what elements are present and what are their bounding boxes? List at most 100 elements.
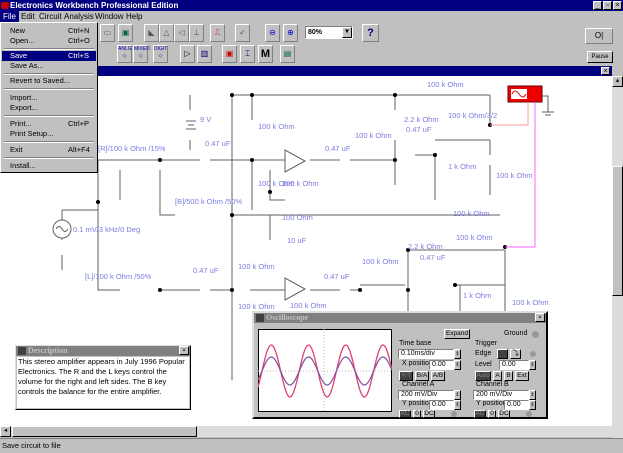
mode-ab-button[interactable]: A/B [431, 371, 445, 381]
trigger-b-button[interactable]: B [504, 371, 513, 381]
ground-label: Ground [504, 330, 528, 337]
circuit-close-button[interactable]: × [601, 67, 610, 75]
parts-bin-analog[interactable]: ANLG ◇ [117, 45, 132, 63]
scroll-up-button[interactable]: ▴ [612, 76, 623, 87]
scroll-left-button[interactable]: ◂ [0, 426, 11, 437]
channel-a-zero-button[interactable]: 0 [413, 410, 421, 418]
parts-bin-mixed[interactable]: MIXED ◇ [133, 45, 150, 63]
menu-item-save-as[interactable]: Save As... [2, 61, 96, 71]
controls-bin[interactable]: ⌶ [240, 45, 255, 63]
scroll-thumb[interactable] [612, 166, 623, 296]
close-button[interactable]: × [613, 1, 622, 10]
label: Install... [10, 161, 36, 170]
menu-item-export[interactable]: Export... [2, 103, 96, 113]
channel-b-zero-button[interactable]: 0 [488, 410, 496, 418]
scroll-thumb-h[interactable] [12, 426, 197, 437]
component-properties-button[interactable]: ⊥ [189, 24, 204, 42]
menu-file[interactable]: File [0, 11, 19, 22]
rotate-button[interactable]: ◣ [144, 24, 159, 42]
channel-a-ac-button[interactable]: AC [399, 410, 411, 418]
component-label: 100 k Ohm [453, 209, 490, 218]
menu-item-exit[interactable]: Exit Alt+F4 [2, 145, 96, 155]
separator [4, 73, 94, 75]
component-label: 100 k Ohm [355, 131, 392, 140]
logic-gates-bin[interactable]: ▷ [180, 45, 195, 63]
miscellaneous-bin[interactable]: M [258, 45, 273, 63]
time-base-spinner[interactable]: ⇕ [454, 349, 461, 359]
indicators-bin[interactable]: ▣ [222, 45, 237, 63]
app-icon[interactable] [1, 2, 9, 9]
menu-edit[interactable]: Edit [18, 11, 38, 22]
channel-b-ac-button[interactable]: AC [474, 410, 486, 418]
maximize-button[interactable]: ▫ [603, 1, 612, 10]
component-label: [L]/100 k Ohm /50% [85, 272, 152, 281]
menu-item-install[interactable]: Install... [2, 161, 96, 171]
power-switch[interactable]: O| [585, 28, 613, 44]
digital-ic-bin[interactable]: ▥ [197, 45, 212, 63]
help-button[interactable]: ? [362, 24, 379, 42]
menu-item-print[interactable]: Print... Ctrl+P [2, 119, 96, 129]
mode-yt-button[interactable]: Y/T [399, 371, 413, 381]
channel-b-y-position-field[interactable]: 0.00 [504, 400, 529, 410]
minimize-button[interactable]: _ [593, 1, 602, 10]
oscilloscope-close-button[interactable]: × [535, 313, 545, 322]
flip-vertical-button[interactable]: ◁ [174, 24, 189, 42]
x-position-spinner[interactable]: ⇕ [454, 360, 461, 370]
component-label: 2.2 k Ohm [408, 242, 443, 251]
menu-item-open[interactable]: Open... Ctrl+O [2, 36, 96, 46]
paste-button[interactable]: ▣ [118, 24, 133, 42]
subcircuit-button[interactable]: ✓ [235, 24, 250, 42]
parts-bin-digital[interactable]: DIGIT ◇ [153, 45, 168, 63]
menu-item-revert[interactable]: Revert to Saved... [2, 76, 96, 86]
channel-b-terminal[interactable] [526, 411, 532, 417]
time-base-field[interactable]: 0.10ms/div [398, 349, 454, 359]
trigger-ext-button[interactable]: Ext [515, 371, 529, 381]
menu-item-print-setup[interactable]: Print Setup... [2, 129, 96, 139]
channel-b-y-spinner[interactable]: ⇕ [529, 400, 536, 410]
trigger-auto-button[interactable]: Auto [475, 371, 491, 381]
component-label: 0.47 uF [324, 272, 350, 281]
menu-item-save[interactable]: Save Ctrl+S [2, 51, 96, 61]
channel-a-scale-field[interactable]: 200 mV/Div [398, 390, 454, 400]
component-label: 100 k Ohm/3/2 [448, 111, 497, 120]
channel-a-y-spinner[interactable]: ⇕ [454, 400, 461, 410]
channel-b-dc-button[interactable]: DC [498, 410, 510, 418]
component-label: [B]/500 k Ohm /50% [175, 197, 242, 206]
trigger-terminal[interactable] [530, 351, 536, 357]
zoom-in-icon[interactable]: ⊕ [283, 24, 298, 42]
menu-bar: File Edit Circuit Analysis Window Help [0, 11, 623, 22]
trigger-level-field[interactable]: 0.00 [499, 360, 529, 370]
edge-falling-button[interactable]: ⤵ [510, 349, 521, 359]
menu-window[interactable]: Window [92, 11, 126, 22]
channel-a-scale-spinner[interactable]: ⇕ [454, 390, 461, 400]
expand-button[interactable]: Expand [444, 329, 470, 339]
menu-item-new[interactable]: New Ctrl+N [2, 26, 96, 36]
channel-b-scale-spinner[interactable]: ⇕ [529, 390, 536, 400]
channel-a-label: Channel A [402, 381, 435, 388]
menu-help[interactable]: Help [123, 11, 145, 22]
level-label: Level [475, 361, 492, 368]
zoom-out-icon[interactable]: ⊖ [265, 24, 280, 42]
channel-a-terminal[interactable] [451, 411, 457, 417]
graph-button[interactable]: ⎍ [210, 24, 225, 42]
copy-button[interactable]: ▭ [100, 24, 115, 42]
flip-horizontal-button[interactable]: △ [159, 24, 174, 42]
channel-a-dc-button[interactable]: DC [423, 410, 435, 418]
trigger-level-spinner[interactable]: ⇕ [529, 360, 536, 370]
chevron-down-icon[interactable]: ▾ [342, 27, 352, 38]
menu-item-import[interactable]: Import... [2, 93, 96, 103]
trigger-label: Trigger [475, 340, 497, 347]
channel-b-scale-field[interactable]: 200 mV/Div [473, 390, 529, 400]
mode-ba-button[interactable]: B/A [415, 371, 429, 381]
x-position-field[interactable]: 0.00 [429, 360, 454, 370]
ground-terminal[interactable] [532, 331, 539, 338]
vertical-scrollbar[interactable]: ▴ [612, 76, 623, 438]
instruments-bin[interactable]: ▤ [280, 45, 295, 63]
pause-button[interactable]: Pause [587, 51, 613, 63]
channel-a-y-position-field[interactable]: 0.00 [429, 400, 454, 410]
description-close-button[interactable]: × [179, 346, 189, 355]
horizontal-scrollbar[interactable]: ◂ [0, 426, 612, 437]
trigger-a-button[interactable]: A [493, 371, 502, 381]
zoom-select[interactable]: 80% ▾ [305, 26, 353, 39]
edge-rising-button[interactable] [497, 349, 508, 359]
